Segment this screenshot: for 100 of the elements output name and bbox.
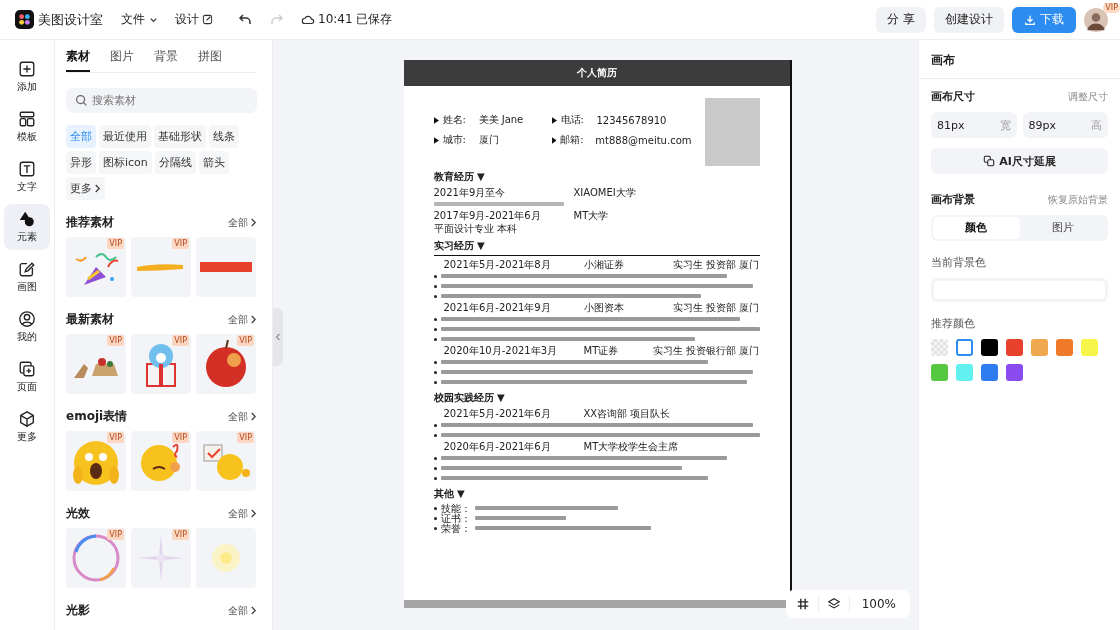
vip-badge: VIP [237,335,254,346]
entry-organization: MT证券 [583,344,620,357]
entry-date: 2021年6月-2021年9月 [443,301,552,314]
panel-tab[interactable]: 素材 [66,40,90,72]
more-chip[interactable]: 更多 [66,177,105,200]
see-all-link[interactable]: 全部 [228,312,257,327]
triangle-icon [551,116,557,124]
color-swatch[interactable] [981,339,998,356]
create-design-button[interactable]: 创建设计 [934,6,1004,33]
see-all-link[interactable]: 全部 [228,603,257,618]
download-icon [1024,13,1036,26]
entry-organization: XX咨询部 项目队长 [583,407,672,420]
vip-badge: VIP [107,432,124,443]
width-field[interactable]: 81px 宽 [931,112,1017,138]
section-title: 推荐素材 [66,214,114,231]
ai-resize-button[interactable]: AI尺寸延展 [931,148,1108,174]
vip-badge: VIP [107,529,124,540]
color-swatch[interactable] [956,364,973,381]
section-title: 光影 [66,602,90,619]
color-swatch[interactable] [956,339,973,356]
entry-date: 2021年5月-2021年6月 [443,407,552,420]
section-heading: 校园实践经历 ▼ [433,392,505,403]
restore-background-link[interactable]: 恢复原始背景 [1048,192,1108,207]
cube-icon [18,410,36,428]
photo-placeholder [704,98,760,166]
color-swatch[interactable] [1006,364,1023,381]
filter-chip[interactable]: 线条 [209,125,239,148]
zoom-level[interactable]: 100% [857,597,900,611]
design-menu[interactable]: 设计 [175,9,213,30]
see-all-link[interactable]: 全部 [228,215,257,230]
info-label: 姓名: [442,113,467,127]
filter-chip[interactable]: 基础形状 [154,125,206,148]
sidebar-item[interactable]: 页面 [4,354,50,400]
transparent-swatch[interactable] [931,339,948,356]
resume-header: 个人简历 [403,60,790,86]
field-label: 当前背景色 [931,255,987,270]
sidebar-item[interactable]: 添加 [4,54,50,100]
info-value: 厦门 [478,133,499,147]
chevron-right-icon [250,606,257,615]
search-field[interactable]: 搜索素材 [66,88,257,113]
vip-badge: VIP [107,335,124,346]
brush-icon [18,260,36,278]
section-heading: 教育经历 ▼ [433,171,485,182]
filter-chip[interactable]: 图标icon [99,151,152,174]
color-swatch[interactable] [1081,339,1098,356]
entry-detail: 平面设计专业 本科 [433,222,518,235]
sidebar-item[interactable]: 模板 [4,104,50,150]
filter-chip[interactable]: 异形 [66,151,96,174]
sidebar-item[interactable]: 更多 [4,404,50,450]
color-swatch[interactable] [981,364,998,381]
color-swatch[interactable] [1031,339,1048,356]
text-icon [18,160,36,178]
triangle-icon [433,136,439,144]
panel-tab[interactable]: 背景 [154,40,178,72]
vip-badge: VIP [172,335,189,346]
edit-icon [202,14,213,25]
field-label: 推荐颜色 [931,316,976,331]
resize-link[interactable]: 调整尺寸 [1068,89,1108,104]
vip-badge: VIP [172,238,189,249]
filter-chip[interactable]: 分隔线 [154,151,196,174]
vip-badge: VIP [1103,2,1120,13]
info-label: 邮箱: [560,133,585,147]
entry-role: 实习生 投资部 厦门 [673,301,760,314]
entry-date: 2021年5月-2021年8月 [443,258,552,271]
segment-tab[interactable]: 颜色 [933,217,1020,239]
segment-tab[interactable]: 图片 [1019,217,1106,239]
grid-icon[interactable] [795,597,810,611]
layers-icon[interactable] [826,597,841,611]
panel-tab[interactable]: 图片 [110,40,134,72]
info-value: 12345678910 [596,114,667,126]
panel-tab[interactable]: 拼图 [198,40,222,72]
height-field[interactable]: 89px 高 [1022,112,1108,138]
file-menu[interactable]: 文件 [121,9,159,30]
share-button[interactable]: 分 享 [876,6,926,33]
vip-badge: VIP [172,529,189,540]
section-heading: 实习经历 ▼ [433,240,485,251]
chevron-right-icon [94,184,101,193]
sidebar-item[interactable]: 文字 [4,154,50,200]
app-name: 美图设计室 [38,10,103,29]
filter-chip[interactable]: 箭头 [198,151,229,174]
add-page-icon [18,360,36,378]
color-swatch[interactable] [1006,339,1023,356]
filter-chip[interactable]: 最近使用 [99,125,151,148]
see-all-link[interactable]: 全部 [228,506,257,521]
search-icon [75,94,88,107]
layout-icon [18,110,36,128]
info-value: mt888@meitu.com [595,134,692,146]
color-swatch[interactable] [1056,339,1073,356]
color-swatch[interactable] [931,364,948,381]
section-title: emoji表情 [66,408,128,425]
resize-icon [983,155,996,167]
sidebar-item[interactable]: 我的 [4,304,50,350]
triangle-icon [433,116,439,124]
sidebar-item[interactable]: 元素 [4,204,50,250]
entry-date: 2020年10月-2021年3月 [443,344,559,357]
chevron-right-icon [250,315,257,324]
sidebar-item[interactable]: 画图 [4,254,50,300]
collapse-handle[interactable] [273,308,283,366]
see-all-link[interactable]: 全部 [228,409,257,424]
chevron-left-icon [275,333,281,341]
